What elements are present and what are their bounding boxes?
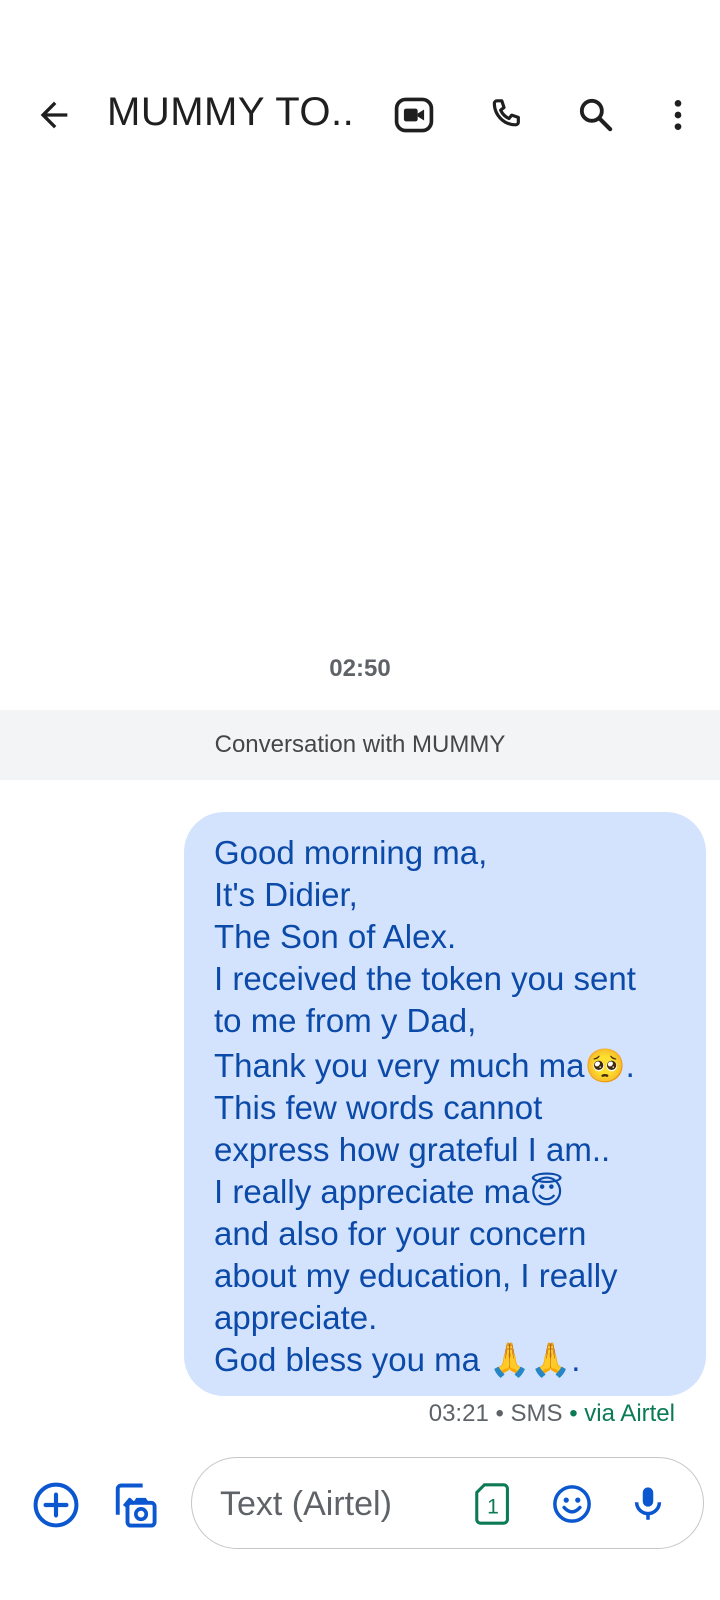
arrow-back-icon: [40, 101, 68, 129]
message-line: I really appreciate ma😇: [214, 1173, 564, 1210]
add-attachment-button[interactable]: [16, 1460, 96, 1550]
conversation-banner: Conversation with MUMMY: [0, 710, 720, 780]
back-button[interactable]: [18, 70, 90, 160]
conversation-title[interactable]: MUMMY TO...: [107, 90, 357, 138]
call-button[interactable]: [470, 70, 542, 160]
messages-screen: MUMMY TO... 02:50 Conversation with MUMM…: [0, 0, 720, 1600]
message-input[interactable]: [218, 1480, 442, 1528]
message-line: to me from y Dad,: [214, 1002, 477, 1039]
message-line: about my education, I really: [214, 1257, 618, 1294]
message-line: God bless you ma 🙏🙏.: [214, 1341, 581, 1378]
message-line: express how grateful I am..: [214, 1131, 611, 1168]
sim-card-icon: 1: [475, 1483, 509, 1525]
top-app-bar: MUMMY TO...: [0, 70, 720, 160]
more-options-button[interactable]: [642, 70, 714, 160]
sim-number: 1: [487, 1496, 499, 1519]
message-line: It's Didier,: [214, 876, 358, 913]
gallery-button[interactable]: [94, 1460, 174, 1550]
message-carrier: • via Airtel: [562, 1400, 675, 1427]
outgoing-message-bubble[interactable]: Good morning ma, It's Didier, The Son of…: [184, 812, 706, 1396]
video-call-button[interactable]: [378, 70, 450, 160]
search-icon: [579, 98, 613, 132]
add-circle-icon: [33, 1482, 79, 1528]
sim-selector-button[interactable]: 1: [470, 1480, 518, 1528]
message-line: Thank you very much ma🥺.: [214, 1047, 635, 1084]
message-line: I received the token you sent: [214, 960, 636, 997]
search-button[interactable]: [560, 70, 632, 160]
message-time-type: 03:21 • SMS: [428, 1400, 563, 1427]
mic-icon: [634, 1487, 662, 1520]
phone-icon: [492, 99, 520, 127]
more-vert-icon: [674, 100, 682, 130]
voice-input-button[interactable]: [624, 1480, 672, 1528]
emoji-button[interactable]: [548, 1480, 596, 1528]
emoji-icon: [553, 1485, 591, 1523]
video-call-icon: [394, 97, 434, 133]
message-meta: 03:21 • SMS • via Airtel: [429, 1400, 675, 1428]
message-line: and also for your concern: [214, 1215, 587, 1252]
message-line: appreciate.: [214, 1299, 378, 1336]
timestamp-divider: 02:50: [329, 655, 391, 682]
message-line: Good morning ma,: [214, 834, 488, 871]
message-line: The Son of Alex.: [214, 918, 457, 955]
message-composer: 1: [191, 1457, 704, 1549]
message-line: This few words cannot: [214, 1089, 543, 1126]
gallery-camera-icon: [115, 1483, 157, 1528]
